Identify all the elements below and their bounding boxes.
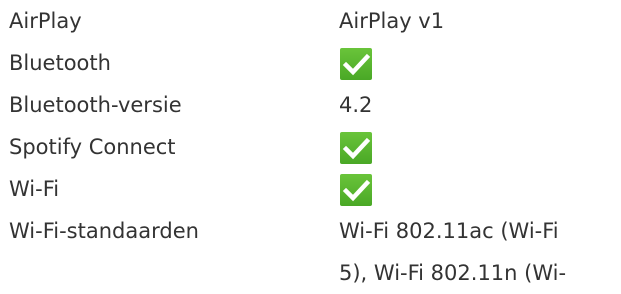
checkmark-icon	[340, 132, 372, 164]
spec-label: Wi-Fi-standaarden	[9, 219, 199, 243]
spec-row-bluetooth: Bluetooth	[9, 42, 621, 84]
spec-row-wifi: Wi-Fi	[9, 168, 621, 210]
spec-label: Bluetooth-versie	[9, 93, 182, 117]
checkmark-icon	[340, 174, 372, 206]
spec-row-spotify-connect: Spotify Connect	[9, 126, 621, 168]
spec-table: AirPlay AirPlay v1 Bluetooth Bluetooth-v…	[9, 0, 621, 285]
spec-label: Bluetooth	[9, 51, 111, 75]
spec-value: AirPlay v1	[339, 9, 445, 33]
spec-label: AirPlay	[9, 9, 82, 33]
spec-row-bluetooth-version: Bluetooth-versie 4.2	[9, 84, 621, 126]
spec-value: Wi-Fi 802.11ac (Wi-Fi 5), Wi-Fi 802.11n …	[339, 219, 567, 285]
spec-value: 4.2	[339, 93, 373, 117]
spec-label: Wi-Fi	[9, 177, 60, 201]
spec-row-airplay: AirPlay AirPlay v1	[9, 0, 621, 42]
checkmark-icon	[340, 48, 372, 80]
spec-label: Spotify Connect	[9, 135, 176, 159]
